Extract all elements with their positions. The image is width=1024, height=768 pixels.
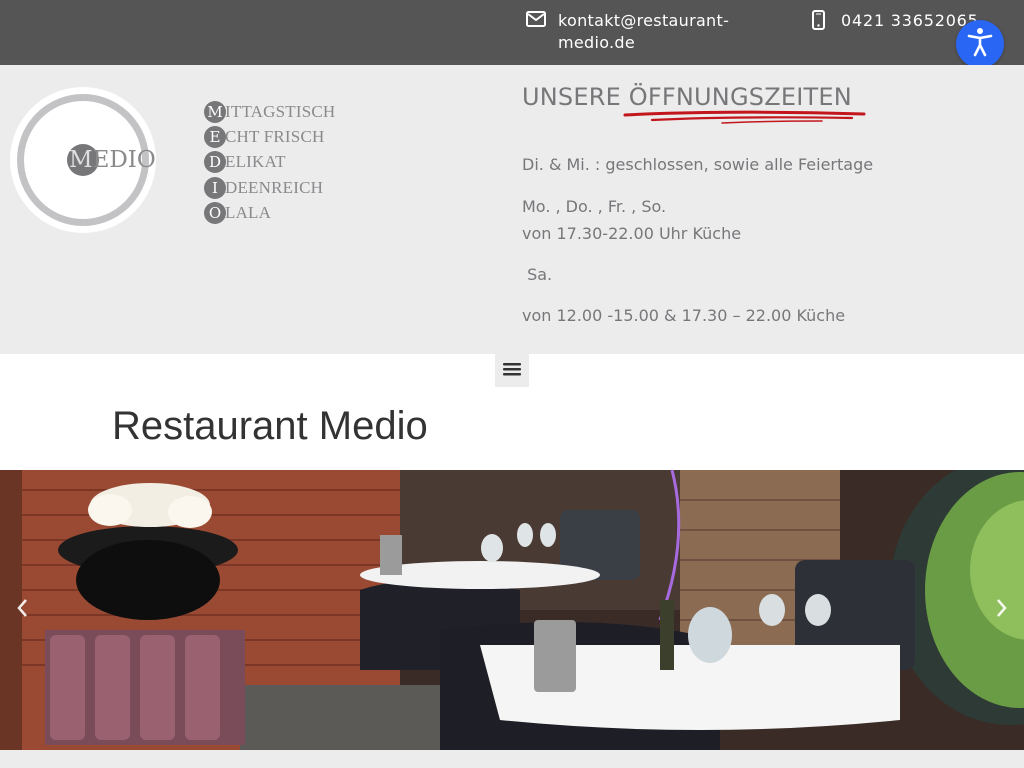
logo-initial: M [69, 147, 93, 173]
mobile-phone-icon [812, 10, 826, 34]
acrostic-letter: O [204, 201, 226, 224]
top-contact-bar: kontakt@restaurant-medio.de 0421 3365206… [0, 0, 1024, 65]
opening-hours: UNSERE ÖFFNUNGSZEITEN Di. & Mi. : geschl… [522, 83, 873, 325]
hours-block-weekdays: Mo. , Do. , Fr. , So. von 17.30-22.00 Uh… [522, 193, 741, 247]
hours-closed: Di. & Mi. : geschlossen, sowie alle Feie… [522, 155, 874, 174]
envelope-icon [526, 11, 548, 54]
email-link[interactable]: kontakt@restaurant-medio.de [558, 10, 748, 54]
acrostic-item: D ELIKAT [204, 150, 335, 175]
acrostic-word: ELIKAT [225, 152, 286, 172]
page-title: Restaurant Medio [112, 404, 428, 448]
image-slider[interactable] [0, 470, 1024, 750]
phone-link[interactable]: 0421 33652065 [841, 10, 979, 34]
opening-hours-title: UNSERE ÖFFNUNGSZEITEN [522, 83, 866, 124]
logo-text: MEDIO [69, 146, 156, 174]
acrostic-word: DEENREICH [225, 177, 324, 197]
site-header: MEDIO M ITTAGSTISCH E CHT FRISCH D ELIKA… [0, 65, 1024, 354]
menu-toggle-button[interactable] [495, 354, 529, 387]
chevron-right-icon [995, 597, 1009, 623]
opening-hours-heading: UNSERE ÖFFNUNGSZEITEN [522, 83, 852, 111]
slider-prev-button[interactable] [10, 596, 34, 624]
hours-days: Mo. , Do. , Fr. , So. [522, 197, 667, 216]
acrostic-item: O LALA [204, 200, 335, 225]
hours-time: von 17.30-22.00 Uhr Küche [522, 224, 742, 243]
acrostic-letter: M [204, 100, 226, 123]
restaurant-interior-photo [0, 470, 1024, 750]
accessibility-person-icon [967, 27, 993, 61]
contact-phone: 0421 33652065 [812, 10, 979, 34]
acrostic-word: ITTAGSTISCH [225, 101, 336, 121]
hours-days-saturday: Sa. [522, 265, 553, 284]
acrostic-letter: D [204, 151, 226, 174]
chevron-left-icon [15, 597, 29, 623]
acrostic-item: I DEENREICH [204, 175, 335, 200]
content-area-below-slider [0, 750, 1024, 768]
red-brush-underline [623, 110, 866, 124]
acrostic-letter: I [204, 176, 226, 199]
acrostic-item: M ITTAGSTISCH [204, 99, 335, 124]
acrostic-letter: E [204, 125, 226, 148]
hamburger-menu-icon [502, 361, 522, 381]
accessibility-button[interactable] [956, 20, 1004, 68]
acrostic-list: M ITTAGSTISCH E CHT FRISCH D ELIKAT I DE… [204, 99, 335, 225]
acrostic-word: LALA [225, 202, 272, 222]
hours-time-saturday: von 12.00 -15.00 & 17.30 – 22.00 Küche [522, 306, 846, 325]
acrostic-word: CHT FRISCH [225, 126, 325, 146]
slider-next-button[interactable] [990, 596, 1014, 624]
acrostic-item: E CHT FRISCH [204, 124, 335, 149]
medio-logo[interactable]: MEDIO [10, 87, 156, 233]
contact-email: kontakt@restaurant-medio.de [526, 10, 748, 54]
logo-rest: EDIO [92, 147, 156, 173]
